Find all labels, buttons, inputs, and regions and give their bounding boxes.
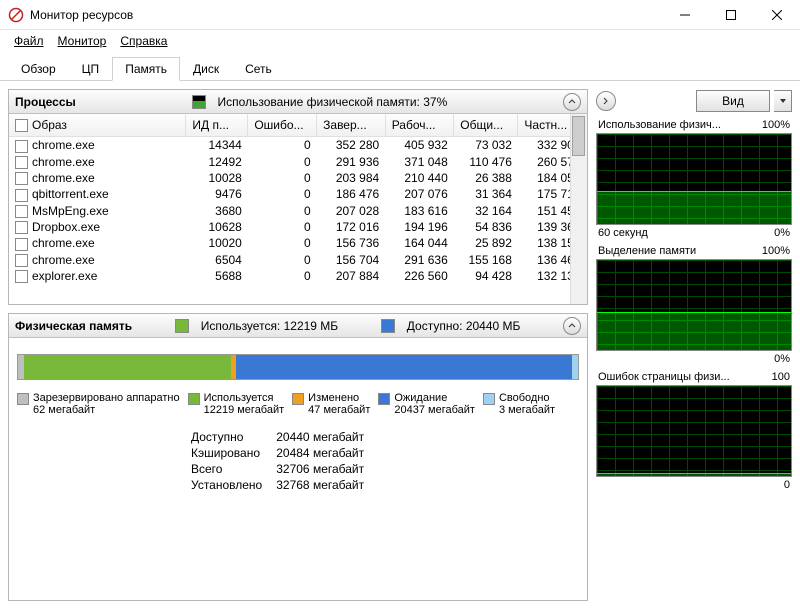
view-button[interactable]: Вид xyxy=(696,90,770,112)
menu-file[interactable]: Файл xyxy=(8,32,50,50)
window-title: Монитор ресурсов xyxy=(30,8,662,22)
processes-panel: Процессы Использование физической памяти… xyxy=(8,89,588,305)
legend-item: Ожидание20437 мегабайт xyxy=(378,392,475,416)
legend-swatch-icon xyxy=(378,393,390,405)
select-all-checkbox[interactable] xyxy=(15,119,28,132)
tabs: ОбзорЦППамятьДискСеть xyxy=(0,56,800,81)
physical-memory-panel: Физическая память Используется: 12219 МБ… xyxy=(8,313,588,601)
column-header[interactable]: Завер... xyxy=(317,114,386,137)
row-checkbox[interactable] xyxy=(15,205,28,218)
column-header[interactable]: Общи... xyxy=(454,114,518,137)
legend-item: Изменено47 мегабайт xyxy=(292,392,370,416)
column-header[interactable]: Образ xyxy=(9,114,186,137)
memory-usage-label: Использование физической памяти: 37% xyxy=(218,95,448,109)
row-checkbox[interactable] xyxy=(15,270,28,283)
table-row[interactable]: qbittorrent.exe94760186 476207 07631 364… xyxy=(9,186,587,202)
column-header[interactable]: Рабоч... xyxy=(385,114,454,137)
row-checkbox[interactable] xyxy=(15,221,28,234)
available-swatch-icon xyxy=(381,319,395,333)
collapse-memory-button[interactable] xyxy=(563,317,581,335)
memory-usage-indicator xyxy=(192,95,206,109)
legend-item: Свободно3 мегабайт xyxy=(483,392,555,416)
memory-legend: Зарезервировано аппаратно62 мегабайт Испо… xyxy=(9,388,587,420)
tab-Диск[interactable]: Диск xyxy=(180,57,232,81)
memory-segment xyxy=(572,355,578,379)
collapse-graphs-button[interactable] xyxy=(596,91,616,111)
legend-swatch-icon xyxy=(483,393,495,405)
tab-ЦП[interactable]: ЦП xyxy=(69,57,113,81)
graph: Выделение памяти100%0% xyxy=(596,245,792,365)
maximize-button[interactable] xyxy=(708,0,754,30)
row-checkbox[interactable] xyxy=(15,172,28,185)
collapse-processes-button[interactable] xyxy=(563,93,581,111)
table-row[interactable]: chrome.exe143440352 280405 93273 032332 … xyxy=(9,137,587,154)
menu-monitor[interactable]: Монитор xyxy=(52,32,113,50)
menubar: Файл Монитор Справка xyxy=(0,30,800,52)
table-row[interactable]: chrome.exe100200156 736164 04425 892138 … xyxy=(9,235,587,251)
tab-Память[interactable]: Память xyxy=(112,57,180,81)
close-button[interactable] xyxy=(754,0,800,30)
processes-table: ОбразИД п...Ошибо...Завер...Рабоч...Общи… xyxy=(9,114,587,284)
used-swatch-icon xyxy=(175,319,189,333)
memory-stats: Доступно20440 мегабайтКэшировано20484 ме… xyxy=(189,428,378,494)
table-row[interactable]: chrome.exe100280203 984210 44026 388184 … xyxy=(9,170,587,186)
legend-item: Используется12219 мегабайт xyxy=(188,392,285,416)
table-row[interactable]: Dropbox.exe106280172 016194 19654 836139… xyxy=(9,219,587,235)
row-checkbox[interactable] xyxy=(15,189,28,202)
row-checkbox[interactable] xyxy=(15,156,28,169)
titlebar: Монитор ресурсов xyxy=(0,0,800,30)
tab-Сеть[interactable]: Сеть xyxy=(232,57,285,81)
processes-title: Процессы xyxy=(15,95,76,109)
memory-bar xyxy=(17,354,579,380)
available-label: Доступно: 20440 МБ xyxy=(407,319,521,333)
minimize-button[interactable] xyxy=(662,0,708,30)
menu-help[interactable]: Справка xyxy=(114,32,173,50)
legend-swatch-icon xyxy=(188,393,200,405)
column-header[interactable]: Ошибо... xyxy=(248,114,317,137)
physical-memory-title: Физическая память xyxy=(15,319,132,333)
column-header[interactable]: ИД п... xyxy=(186,114,248,137)
table-row[interactable]: MsMpEng.exe36800207 028183 61632 164151 … xyxy=(9,203,587,219)
graph: Ошибок страницы физи...1000 xyxy=(596,371,792,491)
memory-segment xyxy=(236,355,572,379)
table-row[interactable]: explorer.exe56880207 884226 56094 428132… xyxy=(9,268,587,284)
row-checkbox[interactable] xyxy=(15,140,28,153)
processes-scrollbar[interactable] xyxy=(570,114,587,304)
legend-swatch-icon xyxy=(292,393,304,405)
table-row[interactable]: chrome.exe124920291 936371 048110 476260… xyxy=(9,154,587,170)
view-dropdown-button[interactable] xyxy=(774,90,792,112)
graph: Использование физич...100%60 секунд0% xyxy=(596,119,792,239)
legend-item: Зарезервировано аппаратно62 мегабайт xyxy=(17,392,180,416)
legend-swatch-icon xyxy=(17,393,29,405)
table-row[interactable]: chrome.exe65040156 704291 636155 168136 … xyxy=(9,252,587,268)
tab-Обзор[interactable]: Обзор xyxy=(8,57,69,81)
used-label: Используется: 12219 МБ xyxy=(201,319,338,333)
memory-segment xyxy=(24,355,231,379)
row-checkbox[interactable] xyxy=(15,254,28,267)
row-checkbox[interactable] xyxy=(15,238,28,251)
app-icon xyxy=(8,7,24,23)
